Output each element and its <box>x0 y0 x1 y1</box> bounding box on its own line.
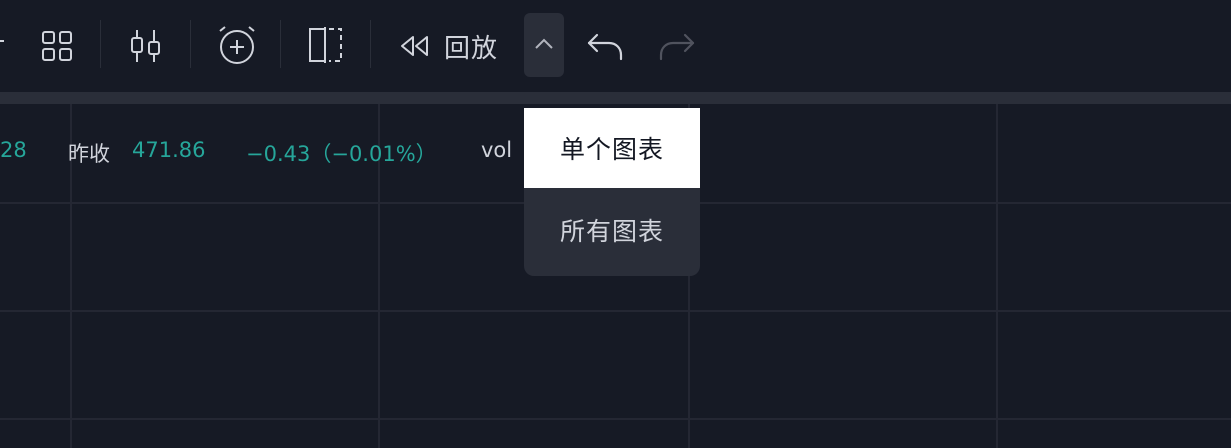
menu-item-all-charts[interactable]: 所有图表 <box>524 190 700 270</box>
prev-close-label: 昨收 <box>68 142 110 166</box>
clipped-toolbar-item <box>0 40 4 42</box>
grid-line-vertical <box>996 104 998 448</box>
replay-button[interactable]: 回放 <box>396 24 506 68</box>
replay-options-button[interactable] <box>524 13 564 77</box>
grid-line-horizontal <box>0 310 1231 312</box>
price-change: −0.43（−0.01%） <box>246 142 437 166</box>
chart-app: 回放 28 昨收 471.86 −0.43（−0.01%） vol 单个图表 所… <box>0 0 1231 448</box>
rewind-icon <box>396 33 432 59</box>
alert-clock-icon[interactable] <box>216 22 258 68</box>
top-toolbar: 回放 <box>0 0 1231 92</box>
toolbar-divider <box>280 20 281 68</box>
grid-line-horizontal <box>0 418 1231 420</box>
undo-icon[interactable] <box>584 26 626 66</box>
toolbar-divider <box>100 20 101 68</box>
volume-label: vol <box>481 138 513 162</box>
legend-partial-value: 28 <box>0 138 27 162</box>
redo-icon[interactable] <box>656 26 698 66</box>
replay-label: 回放 <box>444 33 499 64</box>
toolbar-divider <box>370 20 371 68</box>
menu-item-single-chart[interactable]: 单个图表 <box>524 108 700 188</box>
prev-close-value: 471.86 <box>132 138 206 162</box>
replay-scope-dropdown: 单个图表 所有图表 <box>524 108 700 276</box>
chevron-up-icon <box>533 36 555 55</box>
candlestick-icon[interactable] <box>126 24 166 68</box>
split-view-icon[interactable] <box>304 24 346 66</box>
toolbar-bottom-band <box>0 92 1231 104</box>
toolbar-divider <box>190 20 191 68</box>
layout-grid-icon[interactable] <box>36 26 78 66</box>
